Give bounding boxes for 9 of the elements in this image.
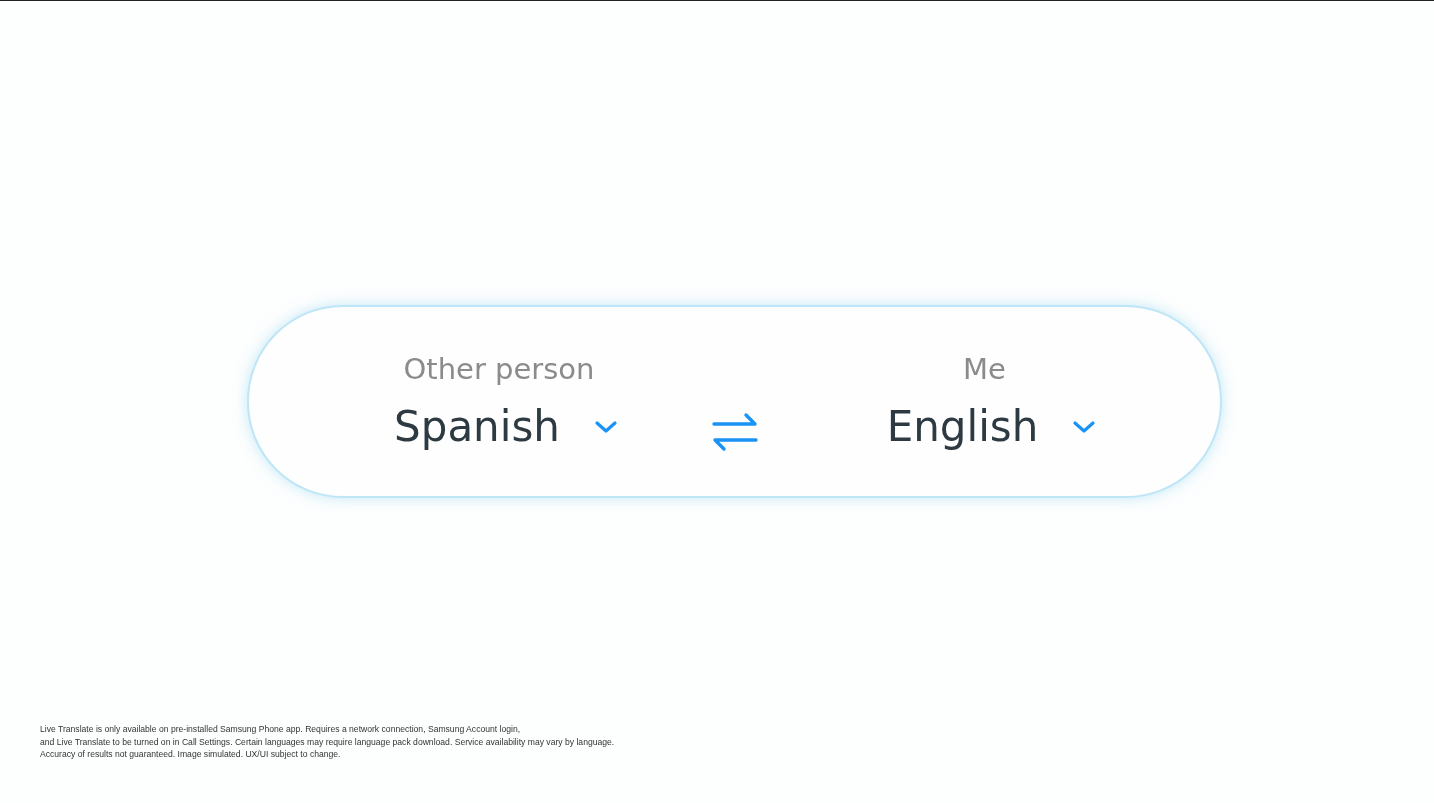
side-label: Other person	[403, 355, 595, 384]
caret-icon	[593, 420, 618, 434]
disclaimer-text: Live Translate is only available on pre-installed Samsung Phone app. Requires a network connection, Samsung Account login, and Live Translate to be turned on in Call Settings. Certain languages may require language pack download. Service availability may vary by language. Accuracy of results not guaranteed. Image simulated. UX/UI subject to change.	[40, 723, 616, 761]
language-dropdown[interactable]: Spanish	[380, 406, 618, 448]
caret-icon	[1072, 420, 1097, 434]
swap-arrows-icon	[711, 411, 759, 452]
swap-button[interactable]	[711, 411, 759, 452]
language-dropdown[interactable]: English	[872, 406, 1097, 448]
side-label: Me	[963, 355, 1006, 384]
